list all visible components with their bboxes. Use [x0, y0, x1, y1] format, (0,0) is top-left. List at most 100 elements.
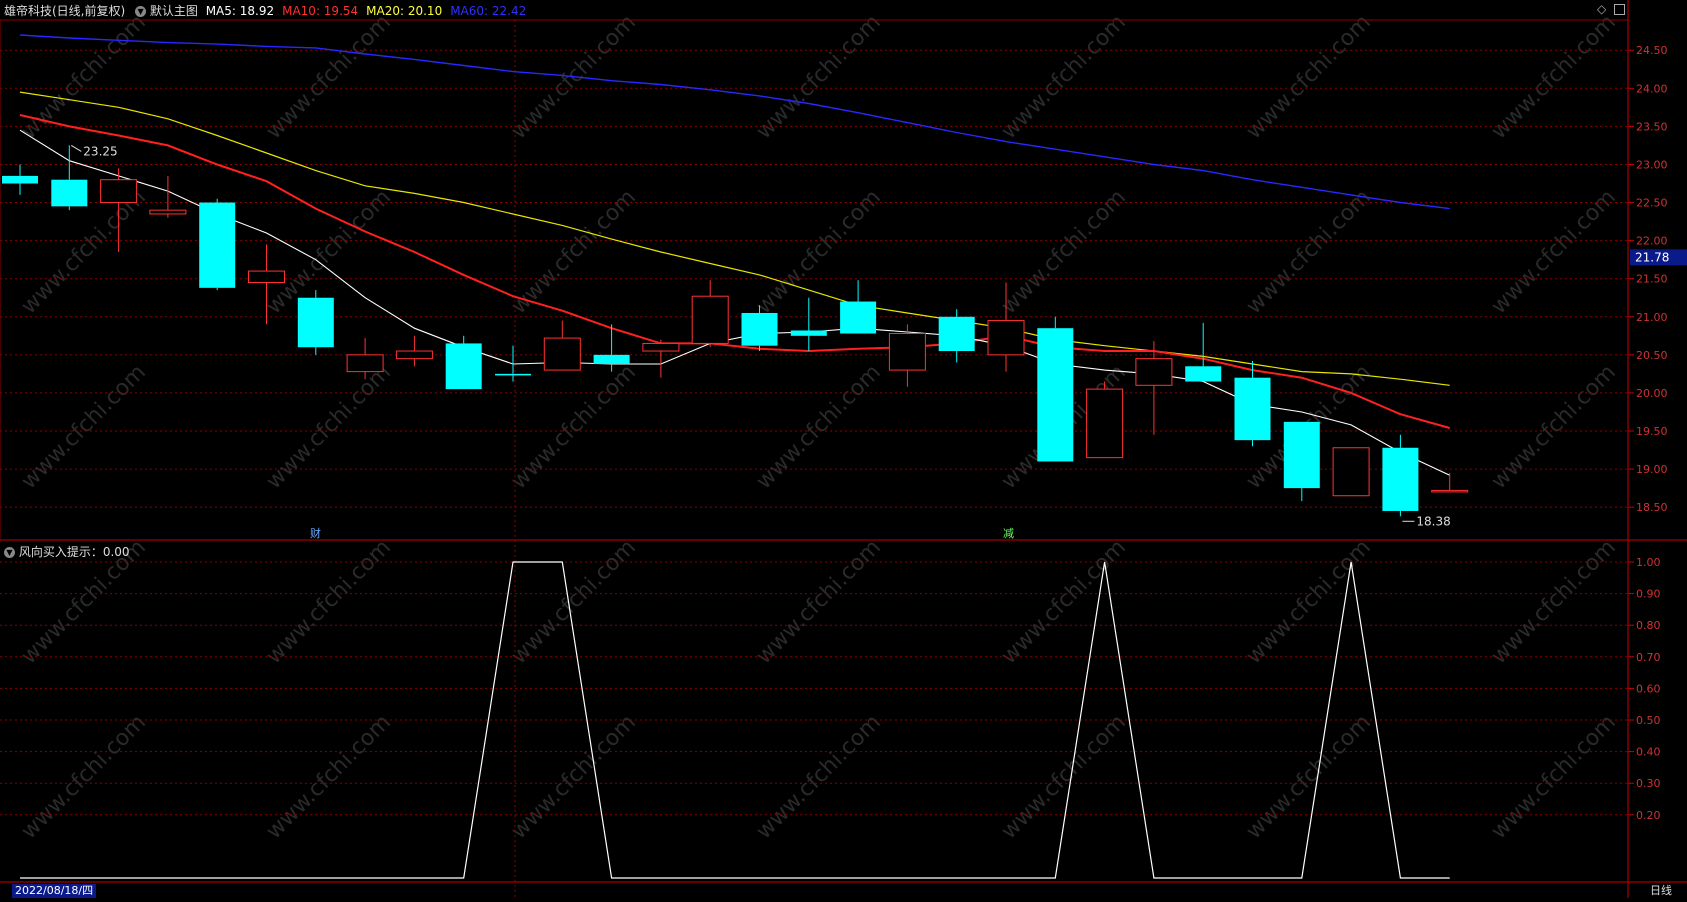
indicator-axis-label: 0.50: [1636, 714, 1661, 727]
candle-body-up: [987, 320, 1025, 356]
price-axis-label: 20.00: [1636, 387, 1668, 400]
indicator-axis-label: 0.20: [1636, 809, 1661, 822]
price-axis-label: 20.50: [1636, 349, 1668, 362]
watermark-text: www.cfchi.com: [507, 360, 641, 494]
candle-body-down: [495, 373, 531, 376]
watermark-text: www.cfchi.com: [17, 360, 151, 494]
price-axis-label: 18.50: [1636, 501, 1668, 514]
candle: [297, 290, 334, 355]
watermark-text: www.cfchi.com: [1487, 535, 1621, 669]
ma-legend-item: MA20: 20.10: [366, 4, 443, 18]
ma-legend-item: MA10: 19.54: [282, 4, 359, 18]
candle: [543, 320, 581, 371]
watermark-text: www.cfchi.com: [1242, 710, 1376, 844]
watermark-text: www.cfchi.com: [262, 710, 396, 844]
watermark-text: www.cfchi.com: [507, 710, 641, 844]
watermark-text: www.cfchi.com: [752, 535, 886, 669]
candle-body-up: [395, 350, 433, 360]
watermark-text: www.cfchi.com: [262, 10, 396, 144]
indicator-axis-label: 0.80: [1636, 619, 1661, 632]
watermark-text: www.cfchi.com: [1487, 360, 1621, 494]
watermark-text: www.cfchi.com: [1487, 710, 1621, 844]
candle-body-up: [1135, 358, 1173, 386]
watermark-text: www.cfchi.com: [262, 535, 396, 669]
stock-title[interactable]: 雄帝科技(日线,前复权): [4, 4, 125, 18]
price-axis-label: 24.00: [1636, 82, 1668, 95]
reduce-marker[interactable]: 减: [1003, 525, 1014, 541]
candle: [1431, 472, 1469, 493]
candle-body-down: [840, 301, 877, 334]
ma-legend-item: MA60: 22.42: [450, 4, 527, 18]
candle-body-up: [1086, 388, 1124, 459]
main-chart-label: 默认主图: [149, 4, 198, 18]
candle-body-down: [1283, 421, 1320, 489]
ma-legend-item: MA5: 18.92: [205, 4, 275, 18]
candle: [840, 280, 877, 334]
indicator-dropdown-icon[interactable]: ▼: [4, 547, 15, 558]
watermark-text: www.cfchi.com: [997, 185, 1131, 319]
candle-body-up: [346, 354, 384, 373]
watermark-text: www.cfchi.com: [17, 710, 151, 844]
candle-body-up: [888, 333, 926, 371]
indicator-label: 风向买入提示：0.00: [18, 545, 130, 559]
price-axis-label: 21.50: [1636, 273, 1668, 286]
main-chart-selector[interactable]: ▼ 默认主图: [135, 4, 202, 18]
candle: [691, 280, 729, 348]
watermark-text: www.cfchi.com: [507, 535, 641, 669]
candle-body-up: [1332, 447, 1370, 497]
candle-body-down: [199, 202, 236, 288]
candle: [938, 309, 975, 363]
indicator-axis-label: 1.00: [1636, 556, 1661, 569]
indicator-header: ▼ 风向买入提示：0.00: [4, 543, 130, 560]
watermark-text: www.cfchi.com: [1242, 535, 1376, 669]
candle-body-up: [248, 270, 285, 284]
candle-body-down: [593, 354, 630, 364]
candle-body-up: [691, 295, 729, 344]
candle-body-up: [100, 179, 138, 204]
price-axis-label: 22.00: [1636, 235, 1668, 248]
diamond-icon[interactable]: ◇: [1597, 2, 1606, 16]
period-label[interactable]: 日线: [1650, 884, 1672, 898]
candle-body-down: [297, 297, 334, 348]
indicator-axis-label: 0.90: [1636, 588, 1661, 601]
high-annotation-pointer: [71, 144, 82, 152]
chart-stage: www.cfchi.com www.cfchi.com www.cfchi.com w…: [0, 0, 1687, 898]
window-controls: ◇: [1597, 2, 1625, 16]
candle-body-up: [543, 337, 581, 371]
candle-body-down: [2, 175, 38, 184]
candle: [2, 164, 38, 195]
candle-body-up: [642, 342, 680, 352]
finance-marker[interactable]: 财: [310, 525, 321, 541]
price-axis-label: 23.00: [1636, 158, 1668, 171]
expand-icon[interactable]: [1614, 4, 1625, 15]
candle-body-down: [1234, 377, 1271, 441]
candle-body-down: [1185, 366, 1222, 382]
price-axis-label: 21.00: [1636, 311, 1668, 324]
cursor-date: 2022/08/18/四: [12, 884, 97, 898]
watermark-text: www.cfchi.com: [17, 10, 151, 144]
cursor-price-label: 21.78: [1635, 250, 1669, 264]
stock-chart-svg: www.cfchi.com www.cfchi.com www.cfchi.com w…: [0, 0, 1687, 898]
candle-body-down: [1382, 447, 1419, 511]
candle: [1332, 447, 1370, 497]
watermark-text: www.cfchi.com: [752, 360, 886, 494]
indicator-axis-label: 0.60: [1636, 682, 1661, 695]
watermark-text: www.cfchi.com: [997, 10, 1131, 144]
candle: [1234, 360, 1271, 447]
candle: [888, 324, 926, 387]
candle: [445, 335, 482, 390]
candle-body-down: [51, 179, 88, 207]
ma-legend: MA5: 18.92 MA10: 19.54 MA20: 20.10 MA60: 22…: [206, 4, 535, 18]
watermark-text: www.cfchi.com: [752, 710, 886, 844]
candle-body-up: [1431, 489, 1469, 493]
ma60-line: [19, 34, 1450, 210]
price-axis-label: 24.50: [1636, 44, 1668, 57]
dropdown-icon: ▼: [135, 6, 147, 17]
high-price-label: 23.25: [83, 144, 117, 158]
candle-body-down: [938, 316, 975, 352]
watermark-text: www.cfchi.com: [262, 360, 396, 494]
chart-header: 雄帝科技(日线,前复权) ▼ 默认主图 MA5: 18.92 MA10: 19.5…: [4, 2, 534, 19]
indicator-axis-label: 0.40: [1636, 746, 1661, 759]
candle: [199, 198, 236, 291]
watermark-text: www.cfchi.com: [1487, 185, 1621, 319]
